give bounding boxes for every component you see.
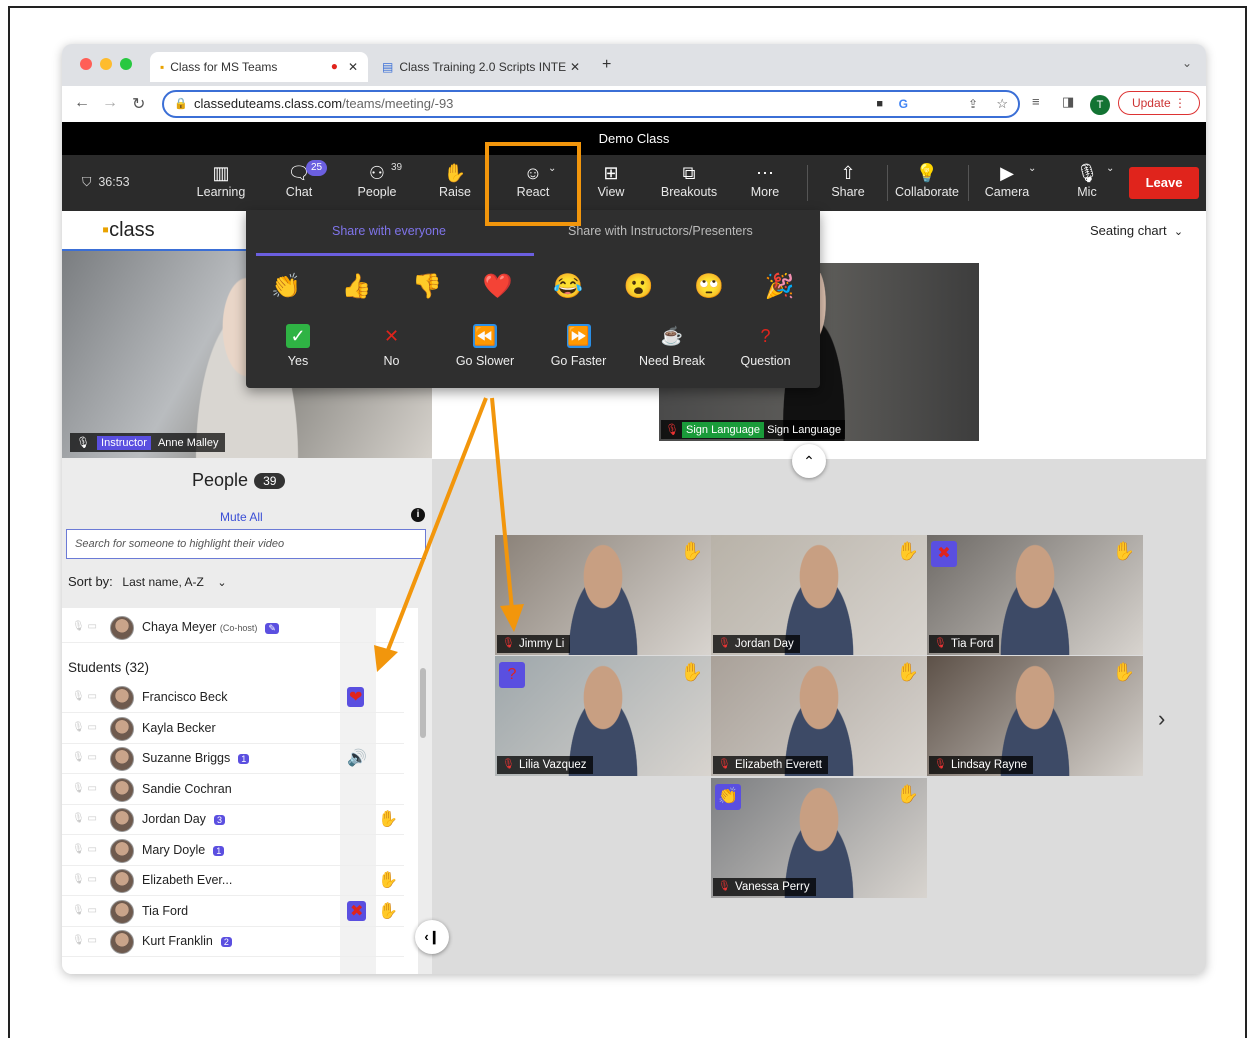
arrow-head <box>374 645 398 672</box>
arrow-to-video <box>490 397 514 611</box>
arrow-to-list <box>386 397 488 651</box>
arrow-head <box>500 604 524 632</box>
annotation-arrows <box>374 397 524 672</box>
